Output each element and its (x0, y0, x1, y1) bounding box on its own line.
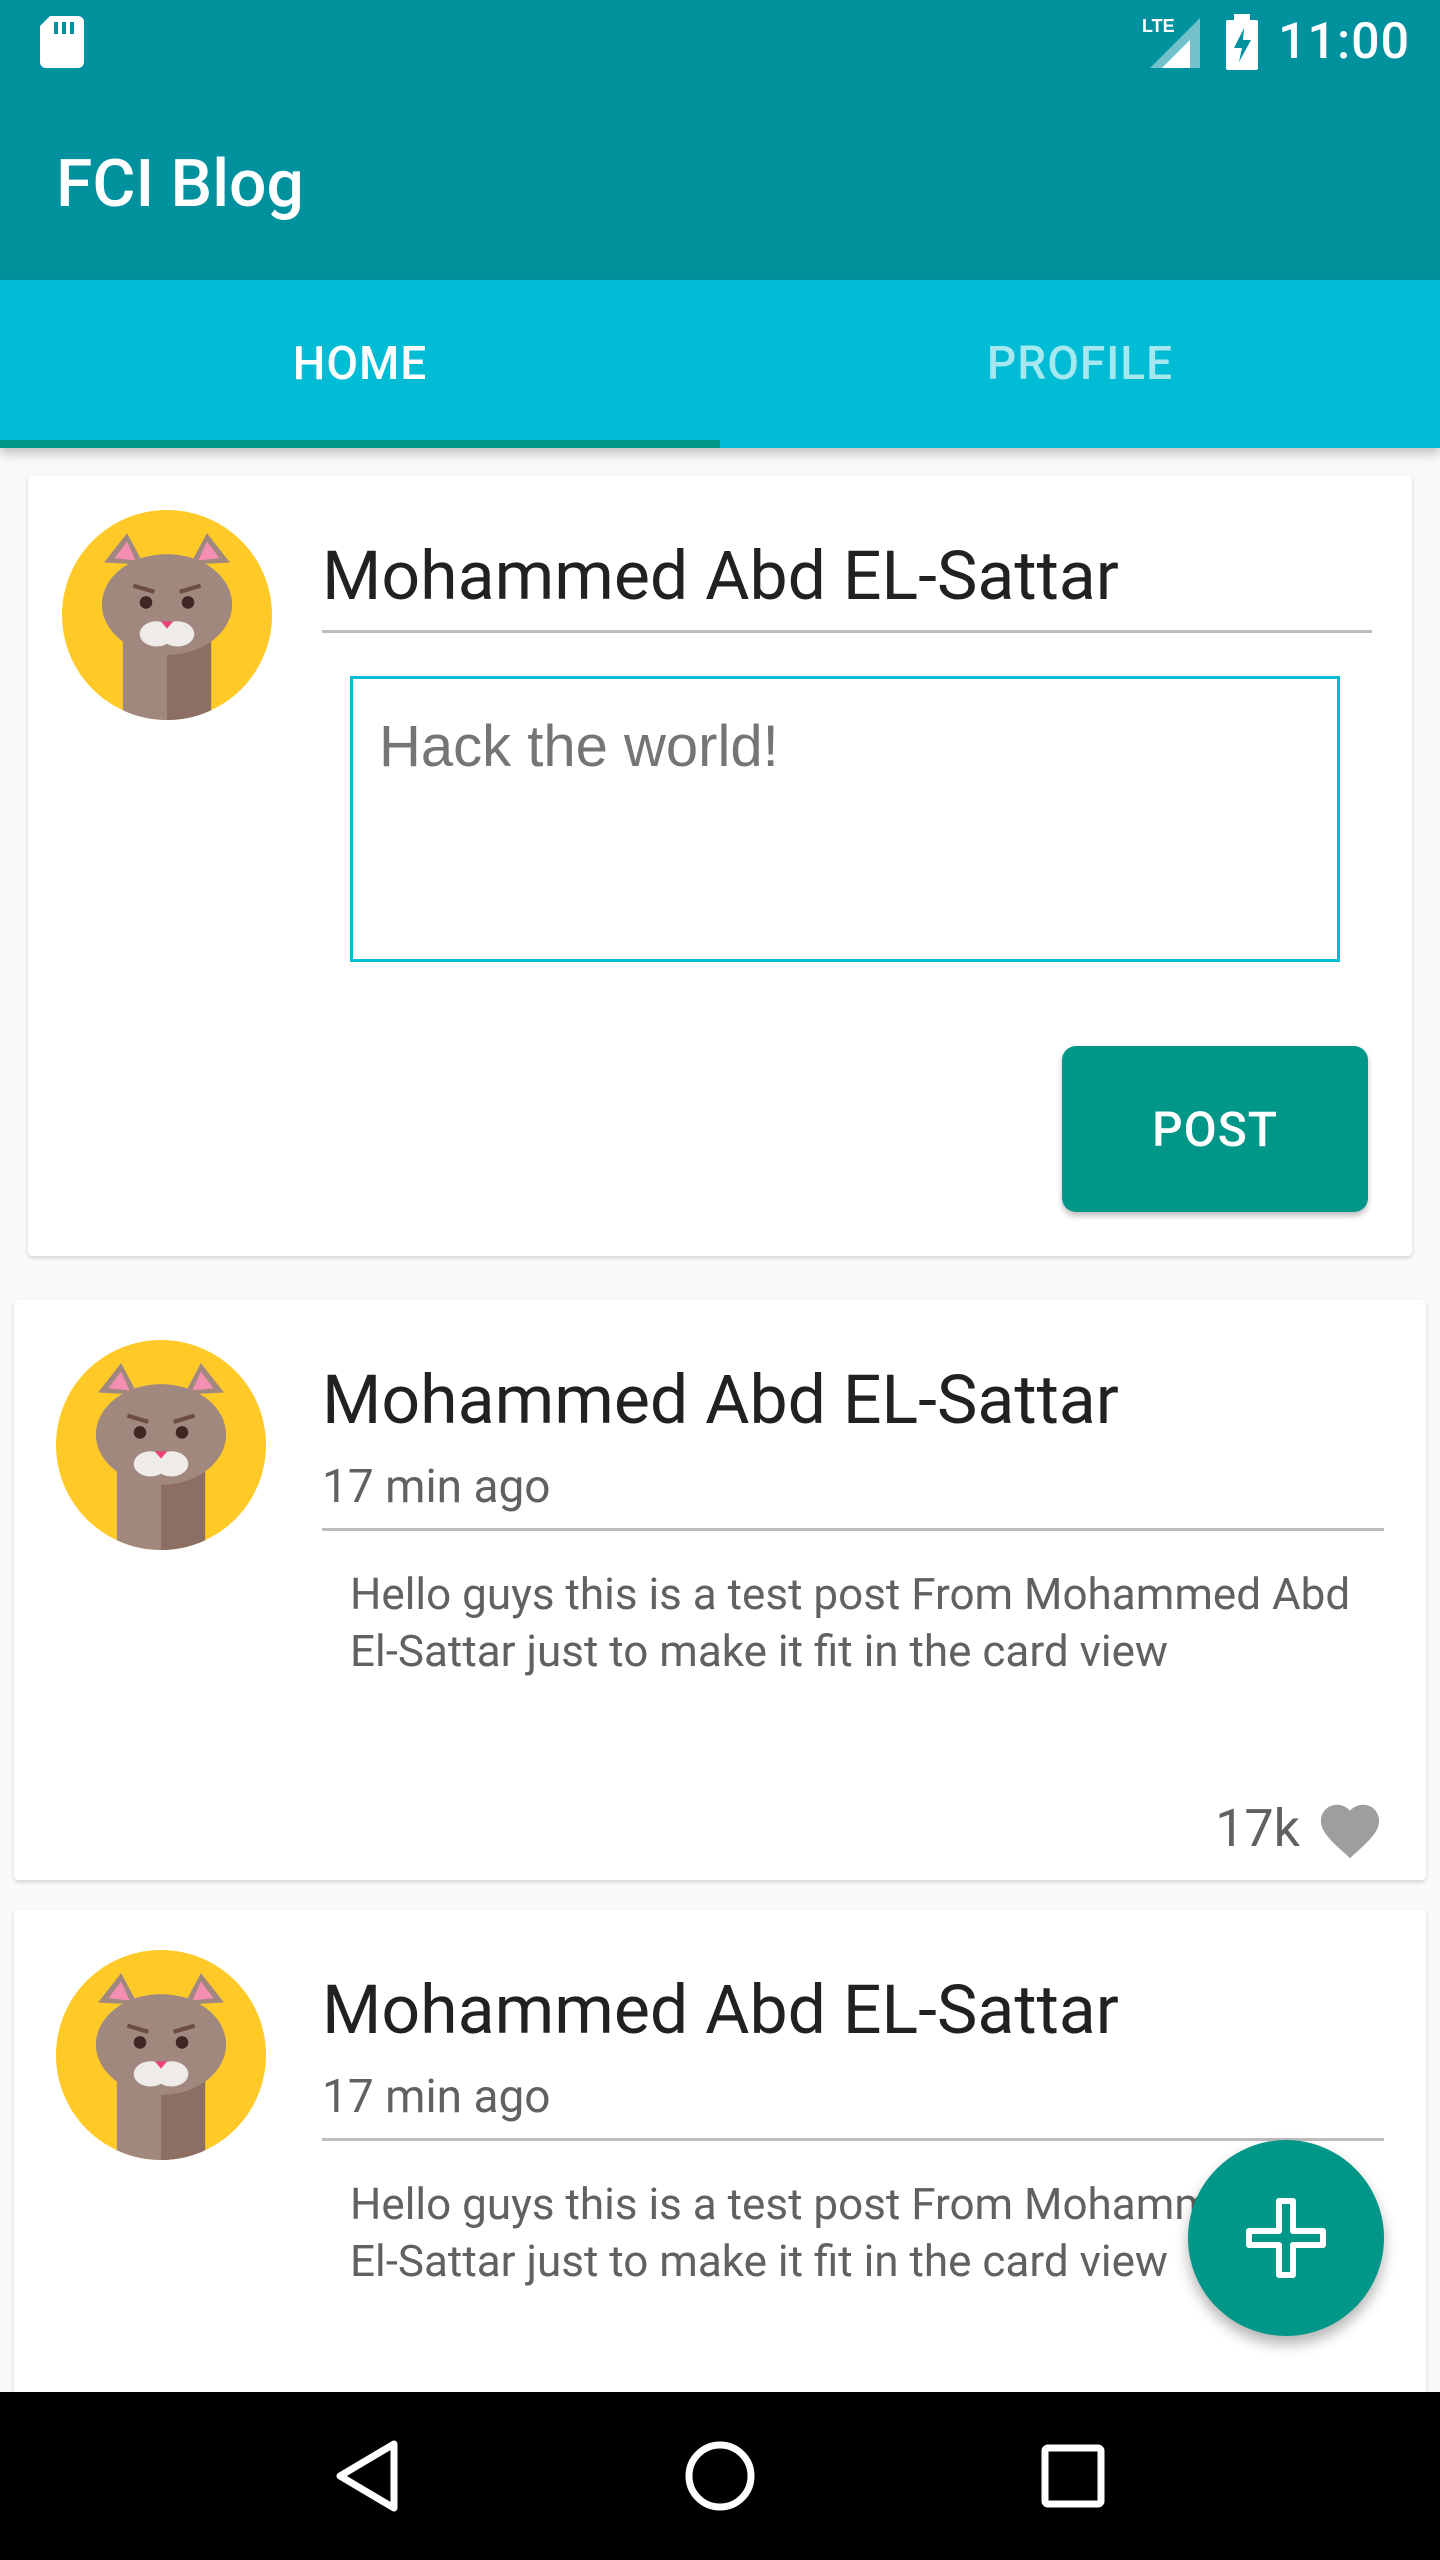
network-type-label: LTE (1142, 16, 1175, 36)
back-triangle-icon (336, 2440, 398, 2512)
tab-bar: HOME PROFILE (0, 280, 1440, 448)
post-timestamp: 17 min ago (322, 1460, 551, 1514)
system-nav-bar (0, 2392, 1440, 2560)
tab-indicator (0, 440, 720, 448)
heart-icon[interactable] (1314, 1796, 1386, 1860)
post-button[interactable]: POST (1062, 1046, 1368, 1212)
post-author-name: Mohammed Abd EL-Sattar (322, 1970, 1119, 2050)
add-post-fab[interactable] (1188, 2140, 1384, 2336)
app-bar: FCI Blog (0, 84, 1440, 280)
post-card[interactable]: Mohammed Abd EL-Sattar 17 min ago Hello … (14, 1300, 1426, 1880)
home-circle-icon (685, 2441, 755, 2511)
recents-square-icon (1041, 2444, 1105, 2508)
signal-icon: LTE (1142, 16, 1201, 68)
battery-charging-icon (1226, 14, 1259, 70)
post-input[interactable] (379, 713, 1311, 925)
divider (322, 630, 1372, 633)
app-title: FCI Blog (56, 146, 304, 223)
cat-avatar-icon (62, 510, 272, 720)
clock: 11:00 (1278, 13, 1410, 71)
post-timestamp: 17 min ago (322, 2070, 551, 2124)
cat-avatar-icon (56, 1340, 266, 1550)
back-button[interactable] (317, 2426, 417, 2526)
like-count: 17k (1215, 1797, 1300, 1859)
plus-icon (1246, 2198, 1326, 2278)
post-author-name: Mohammed Abd EL-Sattar (322, 1360, 1119, 1440)
composer-card: Mohammed Abd EL-Sattar POST (28, 476, 1412, 1256)
tab-profile[interactable]: PROFILE (720, 280, 1440, 448)
recents-button[interactable] (1023, 2426, 1123, 2526)
divider (322, 1528, 1384, 1531)
likes-area: 17k (1215, 1796, 1386, 1860)
composer-author-name: Mohammed Abd EL-Sattar (322, 536, 1119, 616)
home-button[interactable] (670, 2426, 770, 2526)
sd-card-icon (40, 16, 84, 68)
cat-avatar-icon (56, 1950, 266, 2160)
status-bar: LTE 11:00 (0, 0, 1440, 84)
post-input-box[interactable] (350, 676, 1340, 962)
divider (322, 2138, 1384, 2141)
post-body: Hello guys this is a test post From Moha… (350, 1568, 1351, 1677)
tab-home[interactable]: HOME (0, 280, 720, 448)
